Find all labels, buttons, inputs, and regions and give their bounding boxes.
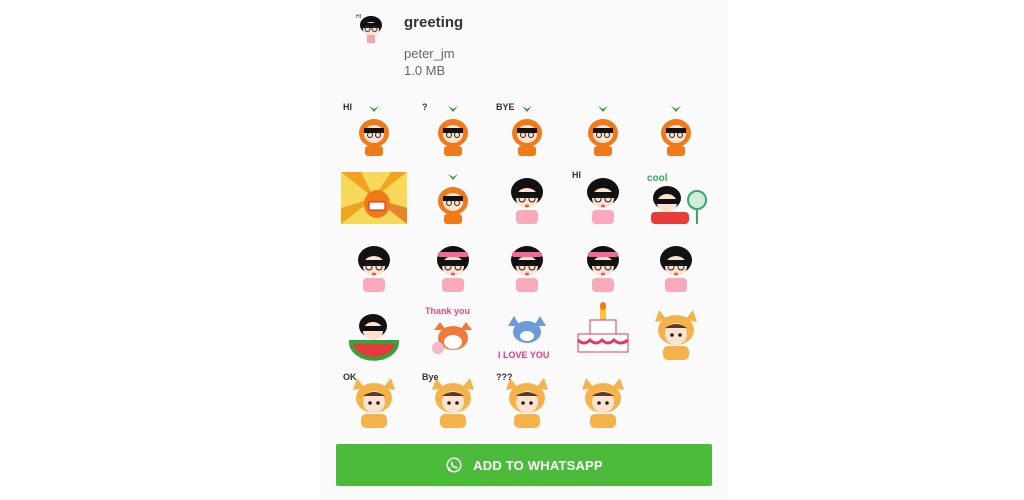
girl-hi-sticker[interactable]: HI <box>570 168 636 228</box>
girl-pink-ears-sticker[interactable] <box>420 236 486 296</box>
fox-thank-you-image: Thank you <box>425 306 472 354</box>
carrot-girl-question-image: ? <box>422 102 468 156</box>
girl-headband-image <box>587 246 619 292</box>
girl-pink-bow-sticker[interactable] <box>494 168 560 228</box>
shiba-bye-sticker[interactable]: Bye <box>420 370 486 430</box>
girl-love-image <box>511 246 543 292</box>
girl-smile-image <box>358 246 390 292</box>
girl-headband-sticker[interactable] <box>570 236 636 296</box>
wolf-i-love-you-image: I LOVE YOU <box>498 316 549 360</box>
birthday-cake-sticker[interactable] <box>570 302 636 362</box>
svg-text:cool: cool <box>647 173 668 184</box>
shiba-bye-image: Bye <box>422 372 474 428</box>
girl-cool-fan-image: cool <box>647 173 707 224</box>
svg-text:OK: OK <box>343 372 357 382</box>
shiba-hood-smoke-image <box>655 310 697 360</box>
carrot-sunburst-sticker[interactable] <box>341 168 407 228</box>
add-to-whatsapp-button[interactable]: ADD TO WHATSAPP <box>336 444 712 486</box>
carrot-girl-question-sticker[interactable]: ? <box>420 100 486 160</box>
svg-text:HI: HI <box>572 170 581 180</box>
carrot-girl-cry-image <box>438 174 468 224</box>
shiba-hood-smoke-sticker[interactable] <box>643 302 709 362</box>
svg-text:BYE: BYE <box>496 102 515 112</box>
carrot-girl-hi-image: HI <box>343 102 389 156</box>
add-to-whatsapp-label: ADD TO WHATSAPP <box>473 457 603 473</box>
pack-meta: peter_jm 1.0 MB <box>404 45 455 79</box>
girl-pout-image <box>660 246 692 292</box>
girl-hi-image: HI <box>572 170 619 224</box>
carrot-girl-peek-sticker[interactable] <box>570 100 636 160</box>
girl-pink-ears-image <box>437 246 469 292</box>
svg-text:I LOVE YOU: I LOVE YOU <box>498 350 549 360</box>
girl-pink-bow-image <box>511 178 543 224</box>
girl-watermelon-sticker[interactable] <box>341 302 407 362</box>
carrot-girl-bye-sticker[interactable]: BYE <box>494 100 560 160</box>
svg-text:?: ? <box>422 102 428 112</box>
carrot-girl-cry-sticker[interactable] <box>420 168 486 228</box>
pack-title: greeting <box>404 14 464 31</box>
shiba-question-sticker[interactable]: ??? <box>494 370 560 430</box>
girl-smile-sticker[interactable] <box>341 236 407 296</box>
shiba-question-image: ??? <box>496 372 548 428</box>
pack-author: peter_jm <box>404 46 455 61</box>
carrot-sunburst-image <box>341 172 407 224</box>
carrot-girl-bye-image: BYE <box>496 102 542 156</box>
shiba-dots-image <box>582 378 624 428</box>
girl-hi-sticker-icon: HI <box>356 14 382 43</box>
shiba-ok-image: OK <box>343 372 395 428</box>
svg-text:Bye: Bye <box>422 372 439 382</box>
birthday-cake-image <box>576 302 629 353</box>
svg-text:HI: HI <box>343 102 352 112</box>
carrot-girl-peek-image <box>588 106 618 156</box>
girl-watermelon-image <box>348 314 400 361</box>
wolf-i-love-you-sticker[interactable]: I LOVE YOU <box>494 302 560 362</box>
carrot-girl-run-sticker[interactable] <box>643 100 709 160</box>
girl-pout-sticker[interactable] <box>643 236 709 296</box>
girl-cool-fan-sticker[interactable]: cool <box>643 168 709 228</box>
svg-text:???: ??? <box>496 372 513 382</box>
shiba-ok-sticker[interactable]: OK <box>341 370 407 430</box>
fox-thank-you-sticker[interactable]: Thank you <box>420 302 486 362</box>
shiba-dots-sticker[interactable] <box>570 370 636 430</box>
svg-text:Thank you: Thank you <box>425 306 470 316</box>
svg-text:HI: HI <box>356 14 361 20</box>
carrot-girl-hi-sticker[interactable]: HI <box>341 100 407 160</box>
girl-love-sticker[interactable] <box>494 236 560 296</box>
whatsapp-icon <box>446 457 462 473</box>
pack-size: 1.0 MB <box>404 63 446 78</box>
carrot-girl-run-image <box>661 106 691 156</box>
